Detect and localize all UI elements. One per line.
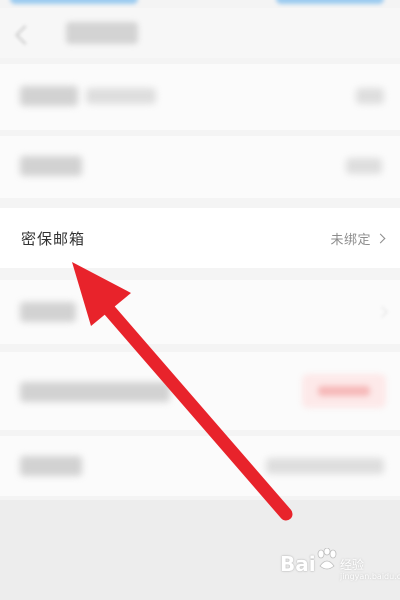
settings-row-blurred-5[interactable] <box>0 436 400 496</box>
settings-row-blurred-3[interactable] <box>0 280 400 344</box>
top-tabs-blurred <box>0 0 400 8</box>
chevron-right-icon-blurred <box>376 306 388 318</box>
chevron-right-icon <box>375 233 386 244</box>
security-email-label: 密保邮箱 <box>21 230 86 248</box>
row-label-blurred <box>20 456 82 476</box>
watermark-logo: Bai <box>280 552 316 576</box>
watermark: Bai 经验 jingyan.baidu.com <box>280 546 400 586</box>
back-arrow-icon[interactable] <box>15 25 35 45</box>
security-email-status: 未绑定 <box>330 229 386 248</box>
row-label-blurred <box>20 382 170 402</box>
row-sublabel-blurred <box>86 88 156 104</box>
security-email-row[interactable]: 密保邮箱 未绑定 <box>0 208 400 268</box>
watermark-suffix: 经验 <box>340 558 365 572</box>
watermark-url: jingyan.baidu.com <box>340 572 400 581</box>
row-value-blurred <box>266 458 384 474</box>
action-button-label-blurred <box>318 386 370 396</box>
settings-row-blurred-2[interactable] <box>0 136 400 198</box>
row-label-blurred <box>20 156 82 176</box>
row-label-blurred <box>20 86 78 106</box>
header-title-blurred <box>66 22 138 44</box>
security-email-status-text: 未绑定 <box>330 233 371 248</box>
top-tab-left-blurred[interactable] <box>10 0 138 4</box>
settings-row-blurred-1[interactable] <box>0 64 400 130</box>
header-blurred <box>0 8 400 58</box>
row-value-blurred <box>356 88 384 104</box>
top-tab-right-blurred[interactable] <box>276 0 384 4</box>
paw-icon <box>317 548 337 570</box>
row-value-blurred <box>346 158 382 174</box>
row-label-blurred <box>20 302 76 322</box>
screen: 密保邮箱 未绑定 Bai 经验 jingyan.baidu.com <box>0 0 400 600</box>
